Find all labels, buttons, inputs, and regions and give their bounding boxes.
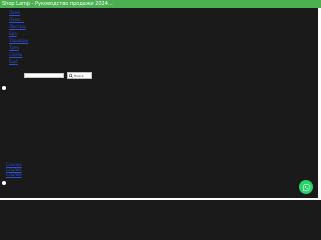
search-input[interactable] [24,73,64,78]
nav-link-7[interactable]: Споты [9,52,28,58]
nav-link-4[interactable]: Бра [9,31,28,37]
toggle-dot[interactable] [2,86,6,90]
top-bar: Shop Lamp - Руководство продажи 2024... [0,0,321,8]
search-icon [69,73,73,78]
nav-link-2[interactable]: Ламп... [9,17,28,23]
toggle-dot-bottom[interactable] [2,181,6,185]
nav-link-6[interactable]: Трек [9,45,28,51]
nav-link-5[interactable]: Торшеры [9,38,28,44]
search-button[interactable]: Поиск [67,72,92,79]
side-link-3[interactable]: Ссылка [6,172,22,177]
whatsapp-button[interactable] [299,180,313,194]
side-links: Ссылка Ссылка Ссылка [6,162,22,177]
bottom-divider [0,198,321,200]
nav-link-8[interactable]: Ещё [9,59,28,65]
nav-link-1[interactable]: Ламп [9,10,28,16]
search-button-label: Поиск [74,73,84,78]
whatsapp-icon [302,183,310,191]
nav-link-3[interactable]: Люстры [9,24,28,30]
nav-links: Ламп Ламп... Люстры Бра Торшеры Трек Спо… [9,10,28,66]
window-title: Shop Lamp - Руководство продажи 2024... [2,1,113,7]
